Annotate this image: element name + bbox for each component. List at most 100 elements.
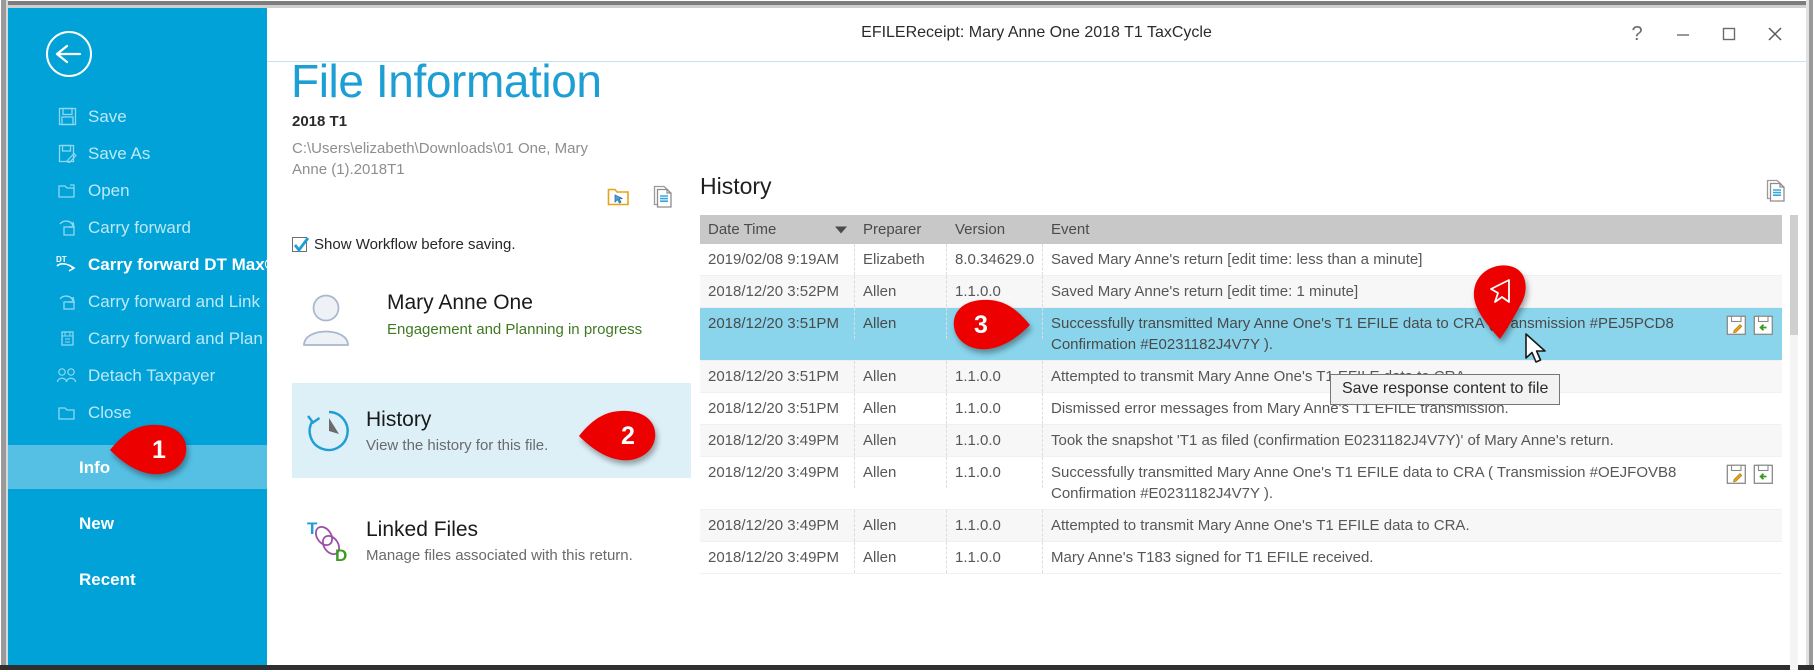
- sidebar-item-recent[interactable]: Recent: [8, 557, 267, 601]
- sidebar-item-detach-taxpayer[interactable]: Detach Taxpayer: [8, 357, 267, 394]
- history-row[interactable]: 2018/12/20 3:49PM Allen 1.1.0.0 Attempted t…: [700, 510, 1782, 542]
- history-row-preparer: Elizabeth: [855, 244, 947, 275]
- svg-text:DT: DT: [56, 255, 67, 264]
- column-header-version[interactable]: Version: [947, 221, 1043, 238]
- history-row-date: 2018/12/20 3:49PM: [700, 457, 855, 488]
- tooltip: Save response content to file: [1330, 374, 1561, 405]
- linked-files-card-title: Linked Files: [366, 517, 479, 541]
- save-request-content-icon[interactable]: [1726, 315, 1747, 342]
- svg-text:D: D: [335, 546, 347, 565]
- history-row-event-text: Took the snapshot 'T1 as filed (confirma…: [1051, 432, 1614, 449]
- history-row-version: 1.1.0.0: [947, 510, 1043, 541]
- save-request-content-icon[interactable]: [1726, 464, 1747, 491]
- sidebar-item-save-as[interactable]: Save As: [8, 135, 267, 172]
- column-label: Preparer: [863, 221, 922, 238]
- callout-marker-2: 2: [579, 410, 657, 462]
- history-grid-header: Date Time Preparer Version Event: [700, 215, 1782, 244]
- history-row-date: 2018/12/20 3:51PM: [700, 308, 855, 339]
- maximize-button[interactable]: [1706, 14, 1752, 54]
- sidebar-item-label: Carry forward: [88, 218, 191, 237]
- history-heading: History: [700, 173, 772, 199]
- window-controls: ?: [1614, 14, 1798, 54]
- history-row-preparer: Allen: [855, 308, 947, 339]
- callout-marker-3: 3: [952, 299, 1030, 351]
- history-row-event-cell: Successfully transmitted Mary Anne One's…: [1043, 308, 1782, 360]
- page-title: File Information: [291, 55, 602, 107]
- history-row-date: 2018/12/20 3:49PM: [700, 542, 855, 573]
- history-row-event-wrap: Saved Mary Anne's return [edit time: 1 m…: [1051, 281, 1774, 302]
- linked-files-card-body: Linked Files Manage files associated wit…: [366, 516, 691, 566]
- sidebar-item-save[interactable]: Save: [8, 98, 267, 135]
- history-row[interactable]: 2018/12/20 3:49PM Allen 1.1.0.0 Successfull…: [700, 457, 1782, 510]
- history-grid-scrollbar[interactable]: [1790, 215, 1798, 670]
- sidebar-item-open[interactable]: Open: [8, 172, 267, 209]
- file-path: C:\Users\elizabeth\Downloads\01 One, Mar…: [292, 140, 588, 178]
- sidebar-item-carry-forward-and-plan[interactable]: Carry forward and Plan: [8, 320, 267, 357]
- close-folder-icon: [54, 402, 80, 424]
- open-containing-folder-icon[interactable]: [607, 186, 631, 212]
- sidebar-item-carry-forward-and-link[interactable]: Carry forward and Link: [8, 283, 267, 320]
- file-path-actions: [607, 184, 674, 213]
- history-report-icon[interactable]: [1765, 178, 1787, 207]
- sidebar-section-label: Info: [79, 457, 111, 477]
- maximize-icon: [1722, 27, 1736, 41]
- show-workflow-checkbox[interactable]: Show Workflow before saving.: [292, 236, 515, 253]
- minimize-button[interactable]: [1660, 14, 1706, 54]
- history-row-event-text: Attempted to transmit Mary Anne One's T1…: [1051, 517, 1470, 534]
- history-row[interactable]: 2018/12/20 3:49PM Allen 1.1.0.0 Mary Anne's…: [700, 542, 1782, 574]
- content-pane: EFILEReceipt: Mary Anne One 2018 T1 TaxC…: [267, 8, 1806, 670]
- save-response-content-icon[interactable]: [1753, 464, 1774, 491]
- help-icon: ?: [1631, 22, 1643, 45]
- sidebar-item-label: Carry forward and Plan: [88, 329, 263, 348]
- history-row-preparer: Allen: [855, 425, 947, 456]
- history-row-event-cell: Successfully transmitted Mary Anne One's…: [1043, 457, 1782, 509]
- close-button[interactable]: [1752, 14, 1798, 54]
- open-folder-icon: [54, 180, 80, 202]
- minimize-icon: [1677, 34, 1689, 36]
- sidebar-item-label: Detach Taxpayer: [88, 366, 216, 385]
- history-row-event-wrap: Saved Mary Anne's return [edit time: les…: [1051, 249, 1774, 270]
- sidebar-item-carry-forward[interactable]: Carry forward: [8, 209, 267, 246]
- history-row-event-cell: Saved Mary Anne's return [edit time: 1 m…: [1043, 276, 1782, 307]
- sidebar-section-label: Recent: [79, 569, 136, 589]
- carry-forward-plan-icon: [54, 328, 80, 350]
- taxpayer-status: Engagement and Planning in progress: [387, 321, 643, 338]
- history-row-event-cell: Took the snapshot 'T1 as filed (confirma…: [1043, 425, 1782, 456]
- scrollbar-thumb[interactable]: [1790, 215, 1798, 335]
- help-button[interactable]: ?: [1614, 14, 1660, 54]
- history-row[interactable]: 2018/12/20 3:52PM Allen 1.1.0.0 Saved Mary …: [700, 276, 1782, 308]
- column-label: Event: [1051, 221, 1090, 238]
- column-header-event[interactable]: Event: [1043, 221, 1782, 238]
- checkbox-box[interactable]: [292, 237, 310, 253]
- backstage-sidebar: Save Save As Open Carry forward DT Carry…: [8, 8, 277, 665]
- checkbox-label: Show Workflow before saving.: [314, 236, 516, 253]
- file-properties-icon[interactable]: [652, 184, 674, 213]
- history-row[interactable]: 2018/12/20 3:49PM Allen 1.1.0.0 Took the sn…: [700, 425, 1782, 457]
- history-row[interactable]: 2018/12/20 3:51PM Allen 1.1.0.0 Dismissed e…: [700, 393, 1782, 425]
- linked-files-card[interactable]: T D Linked Files Manage files associated…: [292, 493, 691, 588]
- sort-descending-icon: [835, 226, 847, 233]
- checkmark-icon: [293, 237, 310, 253]
- selected-history-row[interactable]: 2018/12/20 3:51PMAllen1.1.0.0Successfull…: [700, 308, 1782, 361]
- column-header-preparer[interactable]: Preparer: [855, 221, 947, 238]
- history-row-event-text: Saved Mary Anne's return [edit time: les…: [1051, 251, 1423, 268]
- history-grid-body: 2019/02/08 9:19AM Elizabeth 8.0.34629.0 Sav…: [700, 244, 1782, 574]
- column-header-date-time[interactable]: Date Time: [700, 221, 855, 238]
- window-top-border: [0, 0, 1814, 8]
- callout-number: 1: [152, 435, 166, 464]
- linked-files-icon: T D: [292, 517, 366, 565]
- history-row-event-cell: Mary Anne's T183 signed for T1 EFILE rec…: [1043, 542, 1782, 573]
- history-row-date: 2018/12/20 3:49PM: [700, 425, 855, 456]
- sidebar-item-new[interactable]: New: [8, 501, 267, 545]
- history-row[interactable]: 2018/12/20 3:51PM Allen 1.1.0.0 Attempted t…: [700, 361, 1782, 393]
- callout-number: 2: [621, 421, 635, 450]
- save-response-content-icon[interactable]: [1753, 315, 1774, 342]
- sidebar-item-carry-forward-dt-max[interactable]: DT Carry forward DT Max®: [8, 246, 277, 283]
- history-row[interactable]: 2019/02/08 9:19AM Elizabeth 8.0.34629.0 Sav…: [700, 244, 1782, 276]
- sidebar-item-label: Save: [88, 107, 127, 126]
- history-row-version: 1.1.0.0: [947, 393, 1043, 424]
- history-row-event-cell: Saved Mary Anne's return [edit time: les…: [1043, 244, 1782, 275]
- history-row-version: 1.1.0.0: [947, 457, 1043, 488]
- mouse-cursor-icon: [1524, 333, 1550, 372]
- back-button[interactable]: [46, 31, 92, 77]
